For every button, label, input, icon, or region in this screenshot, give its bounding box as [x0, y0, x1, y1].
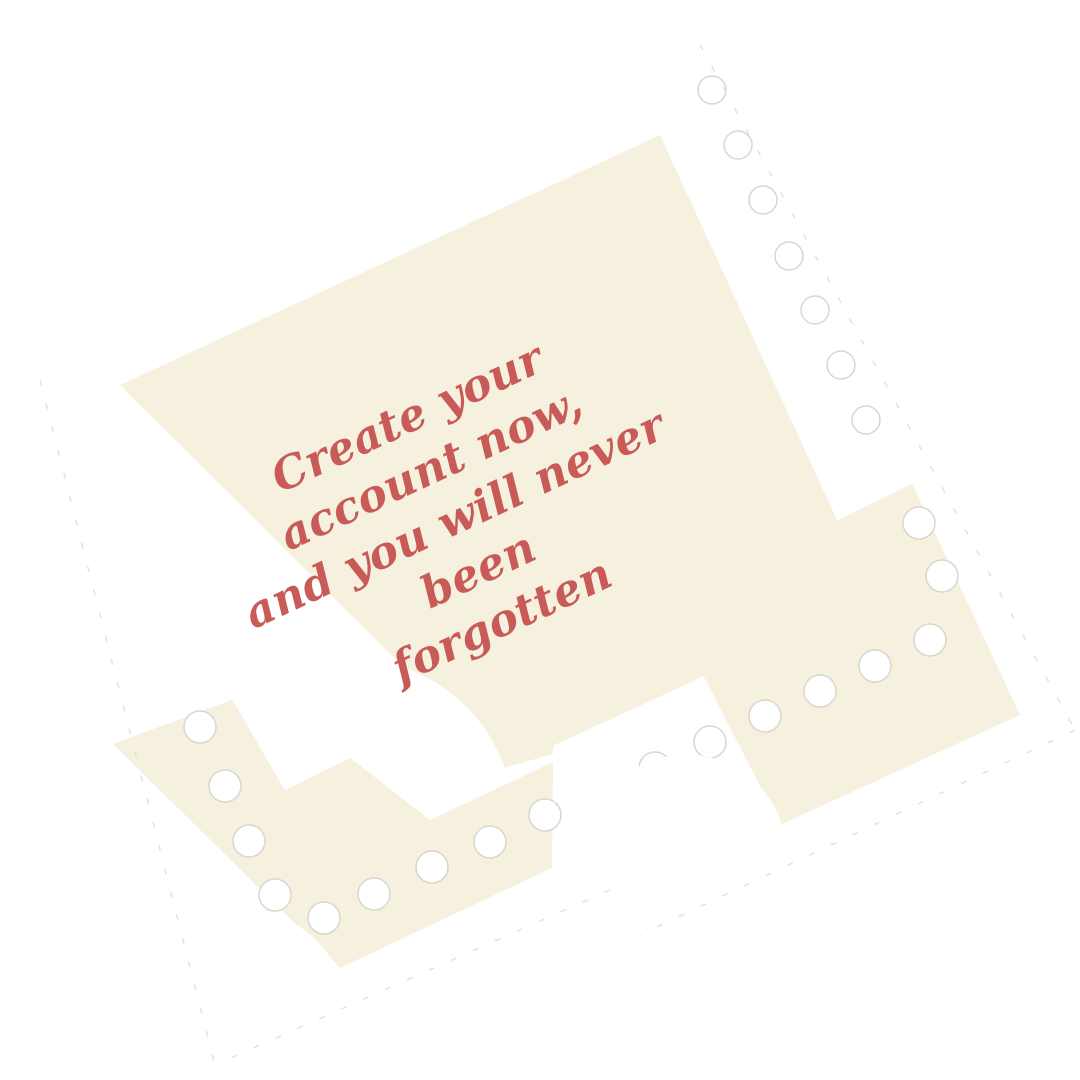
stamp-scene: Create your account now, and you will ne…	[0, 0, 1080, 1080]
